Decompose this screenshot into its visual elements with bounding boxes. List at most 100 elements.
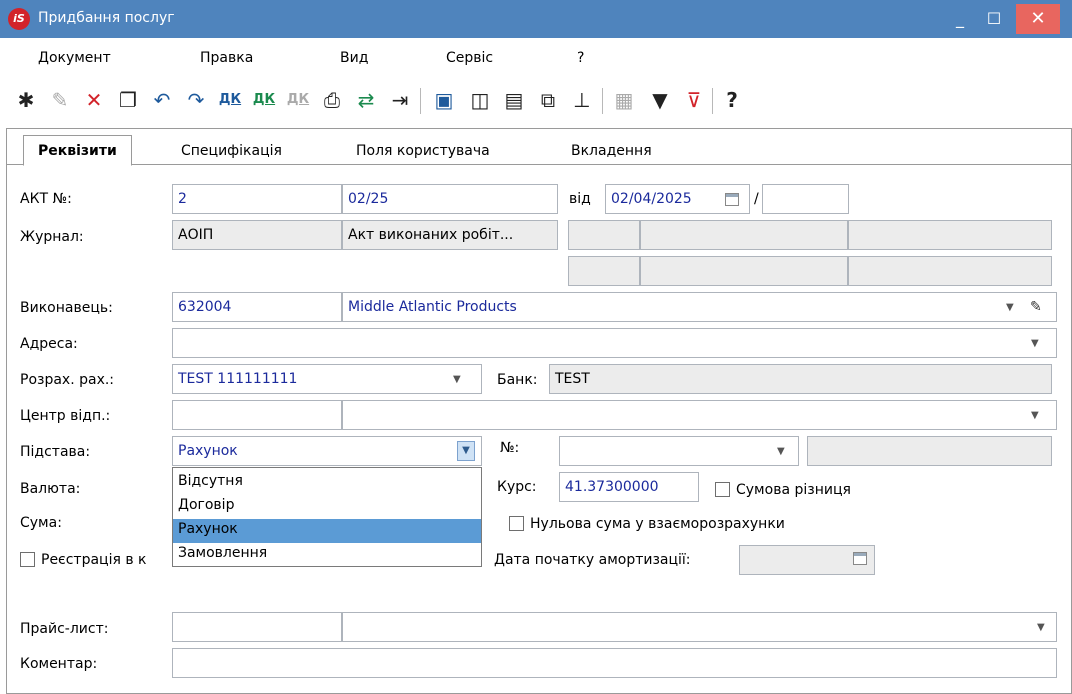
basis-label: Підстава:: [20, 444, 91, 460]
registration-checkbox[interactable]: [20, 552, 35, 567]
delete-document-icon[interactable]: ✕: [80, 86, 108, 114]
chevron-down-icon[interactable]: ▼: [1006, 302, 1014, 313]
account-label: Розрах. рах.:: [20, 372, 115, 388]
journal-code-field[interactable]: АОІП: [172, 220, 342, 250]
date-separator: /: [754, 191, 759, 207]
address-label: Адреса:: [20, 336, 78, 352]
maximize-button[interactable]: ☐: [977, 4, 1011, 34]
chevron-down-icon[interactable]: ▼: [1037, 622, 1045, 633]
basis-option-order[interactable]: Замовлення: [173, 543, 481, 567]
basis-number-field[interactable]: [559, 436, 799, 466]
close-button[interactable]: ✕: [1016, 4, 1060, 34]
clear-filter-icon[interactable]: ⊽: [680, 86, 708, 114]
title-bar: iS Придбання послуг _ ☐ ✕: [0, 0, 1072, 38]
redo-icon[interactable]: ↷: [182, 86, 210, 114]
zero-sum-checkbox[interactable]: [509, 516, 524, 531]
price-list-name-field[interactable]: [342, 612, 1057, 642]
debit-credit-icon[interactable]: ДК: [216, 86, 244, 114]
tab-user-fields[interactable]: Поля користувача: [356, 143, 490, 159]
price-list-code-field[interactable]: [172, 612, 342, 642]
rate-label: Курс:: [497, 479, 537, 495]
date-from-label: від: [569, 191, 591, 207]
app-logo-icon: iS: [8, 8, 30, 30]
address-field[interactable]: [172, 328, 1057, 358]
basis-option-invoice[interactable]: Рахунок: [173, 519, 481, 543]
journal-extra-field: [848, 256, 1052, 286]
menu-item-edit[interactable]: Правка: [200, 50, 253, 66]
basis-option-none[interactable]: Відсутня: [173, 471, 481, 495]
pencil-icon[interactable]: ✎: [1030, 299, 1042, 315]
journal-extra-field: [568, 220, 640, 250]
executor-name-field[interactable]: Middle Atlantic Products: [342, 292, 1057, 322]
responsibility-center-name-field[interactable]: [342, 400, 1057, 430]
chevron-down-icon[interactable]: ▼: [777, 446, 785, 457]
tab-attachments[interactable]: Вкладення: [571, 143, 652, 159]
grid-icon[interactable]: ▦: [610, 86, 638, 114]
new-document-icon[interactable]: ✱: [12, 86, 40, 114]
sum-difference-checkbox[interactable]: [715, 482, 730, 497]
menu-item-help[interactable]: ?: [577, 50, 584, 66]
basis-dropdown-list: Відсутня Договір Рахунок Замовлення: [172, 467, 482, 567]
toolbar: ✱ ✎ ✕ ❐ ↶ ↷ ДК ДК ДК ⎙ ⇄ ⇥ ▣ ◫ ▤ ⧉ ⊥ ▦ ▼…: [0, 80, 1072, 118]
executor-code-field[interactable]: 632004: [172, 292, 342, 322]
edit-document-icon[interactable]: ✎: [46, 86, 74, 114]
sum-label: Сума:: [20, 515, 62, 531]
basis-extra-field: [807, 436, 1052, 466]
act-number-suffix-field[interactable]: 02/25: [342, 184, 558, 214]
menu-item-document[interactable]: Документ: [38, 50, 111, 66]
filter-icon[interactable]: ▼: [646, 86, 674, 114]
executor-label: Виконавець:: [20, 300, 113, 316]
tab-requisites[interactable]: Реквізити: [23, 135, 132, 166]
comment-label: Коментар:: [20, 656, 98, 672]
export-excel-icon[interactable]: ⇄: [352, 86, 380, 114]
account-field[interactable]: TEST 111111111: [172, 364, 482, 394]
print-icon[interactable]: ⎙: [318, 86, 346, 114]
book-icon[interactable]: ◫: [466, 86, 494, 114]
toolbar-separator: [712, 88, 713, 114]
menu-bar: Документ Правка Вид Сервіс ?: [0, 48, 1072, 72]
registration-label: Реєстрація в к: [41, 552, 147, 568]
save-icon[interactable]: ▣: [430, 86, 458, 114]
currency-label: Валюта:: [20, 481, 81, 497]
hierarchy-icon[interactable]: ⊥: [568, 86, 596, 114]
chevron-down-icon[interactable]: ▼: [453, 374, 461, 385]
help-icon[interactable]: ?: [718, 86, 746, 114]
tab-specification[interactable]: Специфікація: [181, 143, 282, 159]
tab-strip: Реквізити Специфікація Поля користувача …: [7, 129, 1071, 166]
calendar-icon[interactable]: [725, 193, 739, 206]
sum-difference-label: Сумова різниця: [736, 482, 851, 498]
zero-sum-label: Нульова сума у взаєморозрахунки: [530, 516, 785, 532]
exit-icon[interactable]: ⇥: [386, 86, 414, 114]
basis-select[interactable]: Рахунок: [172, 436, 482, 466]
chevron-down-icon[interactable]: ▼: [457, 441, 475, 461]
menu-item-view[interactable]: Вид: [340, 50, 368, 66]
link-icon[interactable]: ⧉: [534, 86, 562, 114]
act-number-label: АКТ №:: [20, 191, 72, 207]
debit-credit-disabled-icon[interactable]: ДК: [284, 86, 312, 114]
amortization-date-label: Дата початку амортизації:: [494, 552, 691, 568]
calendar-icon[interactable]: [853, 552, 867, 565]
comment-field[interactable]: [172, 648, 1057, 678]
journal-label: Журнал:: [20, 229, 84, 245]
journal-extra-field: [640, 220, 848, 250]
window-title: Придбання послуг: [38, 10, 175, 26]
toolbar-separator: [602, 88, 603, 114]
journal-extra-field: [568, 256, 640, 286]
rate-field[interactable]: 41.37300000: [559, 472, 699, 502]
basis-option-contract[interactable]: Договір: [173, 495, 481, 519]
folder-icon[interactable]: ▤: [500, 86, 528, 114]
date-extra-field[interactable]: [762, 184, 849, 214]
minimize-button[interactable]: _: [943, 4, 977, 34]
journal-name-field[interactable]: Акт виконаних робіт...: [342, 220, 558, 250]
undo-icon[interactable]: ↶: [148, 86, 176, 114]
act-number-field[interactable]: 2: [172, 184, 342, 214]
responsibility-center-code-field[interactable]: [172, 400, 342, 430]
menu-item-service[interactable]: Сервіс: [446, 50, 493, 66]
responsibility-center-label: Центр відп.:: [20, 408, 111, 424]
debit-credit-post-icon[interactable]: ДК: [250, 86, 278, 114]
chevron-down-icon[interactable]: ▼: [1031, 410, 1039, 421]
chevron-down-icon[interactable]: ▼: [1031, 338, 1039, 349]
copy-document-icon[interactable]: ❐: [114, 86, 142, 114]
journal-extra-field: [848, 220, 1052, 250]
bank-field[interactable]: TEST: [549, 364, 1052, 394]
